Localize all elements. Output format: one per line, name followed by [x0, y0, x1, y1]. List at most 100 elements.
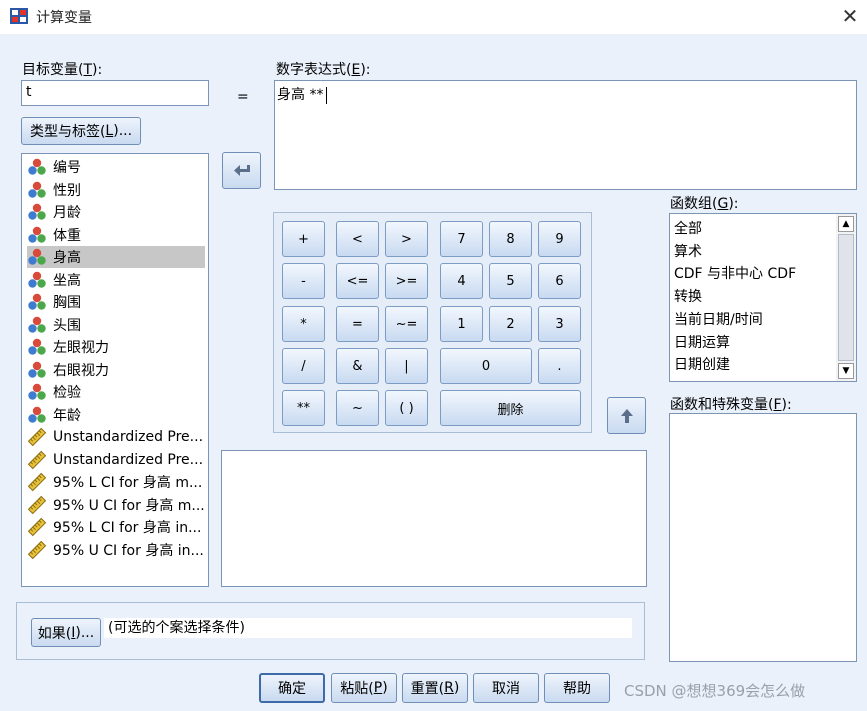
- keypad-dot-button[interactable]: .: [538, 348, 581, 384]
- variable-name: 性别: [53, 182, 81, 199]
- variable-name: 95% L CI for 身高 m...: [53, 475, 203, 491]
- function-group-scrollbar[interactable]: ▲ ▼: [836, 214, 856, 381]
- keypad-div-button[interactable]: /: [282, 348, 325, 384]
- arrow-left-icon: [233, 164, 250, 176]
- function-group-item[interactable]: 日期运算: [674, 332, 730, 354]
- variable-item[interactable]: 年龄: [27, 404, 205, 426]
- function-group-item[interactable]: 日期创建: [674, 354, 730, 376]
- scroll-up-icon[interactable]: ▲: [838, 216, 854, 232]
- variable-item[interactable]: 编号: [27, 156, 205, 178]
- nominal-variable-icon: [28, 203, 46, 220]
- target-variable-label: 目标变量(T):: [22, 62, 103, 78]
- function-group-item[interactable]: CDF 与非中心 CDF: [674, 263, 796, 285]
- variable-item[interactable]: 95% U CI for 身高 in...: [27, 539, 205, 561]
- variable-item[interactable]: 体重: [27, 224, 205, 246]
- ok-button[interactable]: 确定: [259, 673, 325, 703]
- keypad-k2-button[interactable]: 2: [489, 306, 532, 342]
- scale-variable-icon: [27, 472, 47, 492]
- keypad-k7-button[interactable]: 7: [440, 221, 483, 257]
- keypad-not-button[interactable]: ~: [336, 390, 379, 426]
- variable-item[interactable]: 性别: [27, 179, 205, 201]
- variable-name: 体重: [53, 227, 81, 244]
- keypad-and-button[interactable]: &: [336, 348, 379, 384]
- keypad-k4-button[interactable]: 4: [440, 263, 483, 299]
- variable-item[interactable]: Unstandardized Pre...: [27, 426, 205, 448]
- nominal-variable-icon: [28, 406, 46, 423]
- numeric-expression-textarea[interactable]: 身高 **: [274, 80, 857, 190]
- paste-button[interactable]: 粘贴(P): [331, 673, 397, 703]
- functions-label: 函数和特殊变量(F):: [670, 397, 792, 413]
- variable-item[interactable]: 左眼视力: [27, 336, 205, 358]
- variable-item[interactable]: 右眼视力: [27, 359, 205, 381]
- if-condition-text: (可选的个案选择条件): [104, 618, 632, 638]
- keypad-k9-button[interactable]: 9: [538, 221, 581, 257]
- variable-name: 年龄: [53, 407, 81, 424]
- equals-sign: =: [237, 89, 249, 105]
- keypad-minus-button[interactable]: -: [282, 263, 325, 299]
- keypad-gt-button[interactable]: >: [385, 221, 428, 257]
- variable-item[interactable]: 头围: [27, 314, 205, 336]
- move-function-button[interactable]: [607, 397, 646, 434]
- variable-list[interactable]: 编号性别月龄体重身高坐高胸围头围左眼视力右眼视力检验年龄 Unstandardiz…: [21, 153, 209, 587]
- keypad-pow-button[interactable]: **: [282, 390, 325, 426]
- variable-name: 95% U CI for 身高 m...: [53, 497, 205, 514]
- keypad-or-button[interactable]: |: [385, 348, 428, 384]
- keypad-k3-button[interactable]: 3: [538, 306, 581, 342]
- nominal-variable-icon: [28, 271, 46, 288]
- variable-item[interactable]: 95% L CI for 身高 m...: [27, 471, 205, 493]
- scale-variable-icon: [27, 450, 47, 469]
- nominal-variable-icon: [28, 383, 46, 400]
- keypad-mul-button[interactable]: *: [282, 306, 325, 342]
- scroll-down-icon[interactable]: ▼: [838, 363, 854, 379]
- keypad-delete-button[interactable]: 删除: [440, 390, 581, 426]
- variable-item[interactable]: 95% U CI for 身高 m...: [27, 494, 205, 516]
- function-group-list[interactable]: 日期创建 日期运算 当前日期/时间 转换 CDF 与非中心 CDF 算术 全部 ▲ ▼: [669, 213, 857, 382]
- variable-name: 身高: [53, 250, 81, 266]
- keypad-eq-button[interactable]: =: [336, 306, 379, 342]
- function-group-item[interactable]: 转换: [674, 286, 702, 308]
- numeric-expression-label: 数字表达式(E):: [276, 62, 371, 78]
- keypad-k8-button[interactable]: 8: [489, 221, 532, 257]
- move-to-expression-button[interactable]: [222, 152, 261, 189]
- keypad-k1-button[interactable]: 1: [440, 306, 483, 342]
- function-group-item[interactable]: 当前日期/时间: [674, 309, 763, 331]
- keypad-paren-button[interactable]: ( ): [385, 390, 428, 426]
- help-button[interactable]: 帮助: [544, 673, 610, 703]
- nominal-variable-icon: [28, 338, 46, 355]
- nominal-variable-icon: [28, 158, 46, 175]
- variable-item[interactable]: 月龄: [27, 201, 205, 223]
- scale-variable-icon: [27, 517, 47, 537]
- keypad-le-button[interactable]: <=: [336, 263, 379, 299]
- variable-name: 右眼视力: [53, 362, 109, 379]
- variable-item[interactable]: 坐高: [27, 269, 205, 291]
- title-bar: 计算变量 ✕: [0, 0, 867, 34]
- reset-button[interactable]: 重置(R): [402, 673, 468, 703]
- arrow-up-icon: [620, 408, 633, 423]
- variable-item[interactable]: Unstandardized Pre...: [27, 449, 205, 471]
- variable-item[interactable]: 95% L CI for 身高 in...: [27, 516, 205, 538]
- function-group-item[interactable]: 全部: [674, 218, 702, 240]
- scroll-thumb[interactable]: [838, 234, 854, 361]
- keypad-k5-button[interactable]: 5: [489, 263, 532, 299]
- type-and-label-button[interactable]: 类型与标签(L)...: [21, 117, 141, 145]
- variable-name: 头围: [53, 317, 81, 334]
- keypad-k6-button[interactable]: 6: [538, 263, 581, 299]
- variable-item[interactable]: 检验: [27, 381, 205, 403]
- cancel-button[interactable]: 取消: [473, 673, 539, 703]
- keypad-ne-button[interactable]: ~=: [385, 306, 428, 342]
- variable-name: 胸围: [53, 295, 81, 311]
- keypad-ge-button[interactable]: >=: [385, 263, 428, 299]
- keypad-lt-button[interactable]: <: [336, 221, 379, 257]
- variable-item[interactable]: 胸围: [27, 291, 205, 313]
- target-variable-input[interactable]: t: [21, 80, 209, 106]
- variable-name: Unstandardized Pre...: [53, 429, 204, 445]
- keypad-plus-button[interactable]: +: [282, 221, 325, 257]
- function-group-item[interactable]: 算术: [674, 241, 702, 263]
- if-button[interactable]: 如果(I)...: [31, 618, 101, 647]
- variable-name: 95% L CI for 身高 in...: [53, 520, 202, 536]
- variable-item[interactable]: 身高: [27, 246, 205, 268]
- functions-list[interactable]: [669, 413, 857, 662]
- close-icon[interactable]: ✕: [838, 2, 862, 30]
- nominal-variable-icon: [28, 293, 46, 310]
- keypad-k0-button[interactable]: 0: [440, 348, 532, 384]
